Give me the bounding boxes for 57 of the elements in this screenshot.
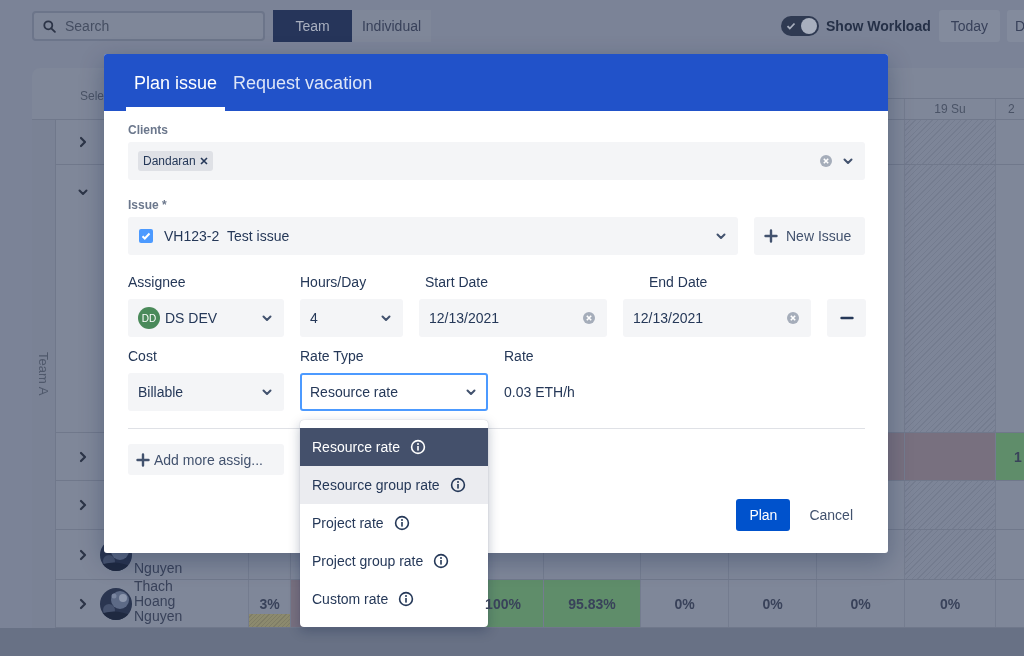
field-label: Hours/Day: [300, 274, 368, 291]
search-field[interactable]: Search: [32, 11, 265, 41]
workload-value: 0%: [762, 595, 783, 612]
add-more-button[interactable]: Add more assig...: [128, 444, 284, 475]
menu-option[interactable]: Project rate: [300, 504, 488, 542]
info-icon: [433, 553, 450, 569]
field-label: Issue *: [128, 198, 168, 212]
clear-icon[interactable]: [786, 311, 800, 325]
view-tab[interactable]: Team: [273, 10, 352, 42]
remove-icon[interactable]: [199, 157, 208, 165]
info-icon: [398, 591, 415, 607]
workload-value: 0%: [850, 595, 871, 612]
person-name: Nguyen: [134, 561, 184, 576]
info-icon: [449, 477, 466, 493]
check-icon: [786, 21, 796, 31]
rate-type-select[interactable]: Resource rate: [300, 373, 488, 411]
new-issue-button[interactable]: New Issue: [754, 217, 865, 255]
field-label: Clients: [128, 123, 169, 137]
clear-icon[interactable]: [819, 154, 833, 168]
cost-select[interactable]: Billable: [128, 373, 284, 411]
person-name: Thach Hoang Nguyen: [134, 580, 184, 624]
dialog-tab[interactable]: Plan issue: [126, 73, 226, 111]
plan-button[interactable]: Plan: [736, 499, 791, 531]
clear-icon[interactable]: [582, 311, 596, 325]
info-icon: [409, 439, 426, 455]
plus-icon: [764, 229, 778, 243]
dialog-tab[interactable]: Request vacation: [225, 73, 381, 111]
search-icon: [43, 20, 56, 33]
menu-option[interactable]: Resource rate: [300, 428, 488, 466]
field-label: Rate: [504, 348, 535, 365]
workload-value: 95.83%: [568, 595, 616, 612]
client-tag[interactable]: Dandaran: [138, 151, 213, 171]
info-icon: [393, 515, 410, 531]
field-label: End Date: [648, 274, 709, 291]
date-field[interactable]: 12/13/2021: [419, 299, 607, 337]
avatar: DD: [138, 307, 160, 329]
hours-select[interactable]: 4: [300, 299, 403, 337]
menu-option[interactable]: Project group rate: [300, 542, 488, 580]
assignee-select[interactable]: DD DS DEV: [128, 299, 284, 337]
workload-value: 3%: [259, 595, 280, 612]
rate-value: 0.03 ETH/h: [504, 383, 576, 402]
field-label: Start Date: [424, 274, 490, 291]
checkbox[interactable]: [138, 228, 154, 244]
field-label: Cost: [128, 348, 158, 365]
workload-value: 1: [1014, 448, 1022, 465]
plus-icon: [136, 452, 150, 467]
workload-toggle[interactable]: [781, 16, 819, 36]
clients-select[interactable]: Dandaran: [128, 142, 865, 180]
date-field[interactable]: 12/13/2021: [623, 299, 811, 337]
cancel-button[interactable]: Cancel: [797, 499, 865, 531]
field-label: Rate Type: [300, 348, 365, 365]
field-label: Assignee: [128, 274, 187, 291]
workload-value: 0%: [939, 595, 961, 612]
issue-select[interactable]: VH123-2 Test issue: [128, 217, 738, 255]
workload-value: 0%: [674, 595, 695, 612]
toggle-label: Show Workload: [826, 18, 931, 34]
menu-option[interactable]: Resource group rate: [300, 466, 488, 504]
